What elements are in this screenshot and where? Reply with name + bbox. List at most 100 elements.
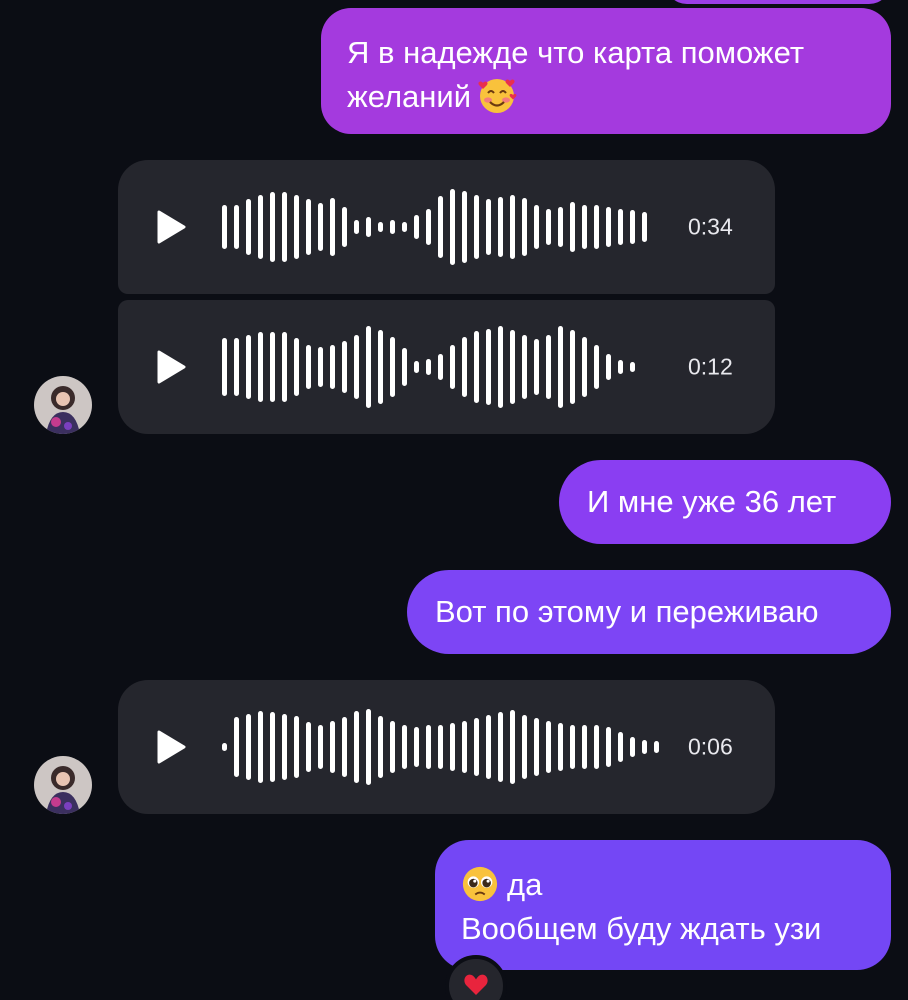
- voice-message[interactable]: 0:34: [118, 160, 775, 294]
- chat-thread: Я в надежде что карта поможет желаний 0:…: [0, 0, 908, 1000]
- waveform-bar: [390, 337, 395, 397]
- waveform-bar: [522, 198, 527, 256]
- waveform-bar: [342, 717, 347, 777]
- waveform-bar: [306, 345, 311, 389]
- waveform-bar: [618, 209, 623, 245]
- waveform-bar: [426, 359, 431, 375]
- waveform-bar: [486, 329, 491, 405]
- message-bubble-outgoing[interactable]: Я в надежде что карта поможет желаний: [321, 8, 891, 134]
- waveform-bar: [246, 335, 251, 399]
- waveform-bar: [402, 348, 407, 386]
- waveform-bar: [306, 199, 311, 255]
- waveform-bar: [330, 721, 335, 773]
- message-text: желаний: [347, 79, 472, 114]
- waveform-bar: [642, 740, 647, 754]
- waveform-bar: [546, 721, 551, 773]
- waveform-bar: [582, 205, 587, 249]
- waveform-bar: [294, 716, 299, 778]
- waveform-bar: [450, 345, 455, 389]
- message-text: Вообщем буду ждать узи: [461, 911, 822, 946]
- waveform-bar: [282, 332, 287, 402]
- waveform-bar: [234, 717, 239, 777]
- waveform-bar: [318, 347, 323, 387]
- message-text: Вот по этому и переживаю: [435, 594, 819, 629]
- waveform-bar: [498, 197, 503, 257]
- waveform-bar: [222, 743, 227, 751]
- waveform-bar: [534, 339, 539, 395]
- play-icon[interactable]: [156, 210, 186, 244]
- waveform-bar: [522, 335, 527, 399]
- avatar[interactable]: [34, 756, 92, 814]
- voice-message[interactable]: 0:06: [118, 680, 775, 814]
- waveform-bar: [582, 337, 587, 397]
- message-text: И мне уже 36 лет: [587, 484, 837, 519]
- waveform-bar: [510, 330, 515, 404]
- waveform-bar: [354, 220, 359, 234]
- waveform-bar: [258, 711, 263, 783]
- waveform-bar: [426, 209, 431, 245]
- waveform-bar: [354, 711, 359, 783]
- waveform-bar: [462, 337, 467, 397]
- waveform-bar: [438, 354, 443, 380]
- voice-message[interactable]: 0:12: [118, 300, 775, 434]
- waveform-bar: [234, 205, 239, 249]
- waveform-bar: [282, 714, 287, 780]
- waveform[interactable]: [218, 680, 668, 814]
- waveform-bar: [498, 326, 503, 408]
- message-text: да: [507, 867, 543, 902]
- waveform-bar: [438, 725, 443, 769]
- waveform-bar: [306, 722, 311, 772]
- waveform-bar: [654, 741, 659, 753]
- waveform-bar: [558, 326, 563, 408]
- avatar-image: [34, 756, 92, 814]
- waveform-bar: [426, 725, 431, 769]
- waveform[interactable]: [218, 300, 668, 434]
- avatar-image: [34, 376, 92, 434]
- waveform-bar: [222, 338, 227, 396]
- message-bubble-outgoing[interactable]: да Вообщем буду ждать узи: [435, 840, 891, 970]
- waveform-bar: [342, 341, 347, 393]
- waveform-bar: [546, 335, 551, 399]
- waveform-bar: [282, 192, 287, 262]
- avatar[interactable]: [34, 376, 92, 434]
- waveform-bar: [474, 195, 479, 259]
- waveform-bar: [294, 338, 299, 396]
- waveform-bar: [618, 732, 623, 762]
- waveform[interactable]: [218, 160, 668, 294]
- waveform-bar: [246, 199, 251, 255]
- waveform-bar: [354, 335, 359, 399]
- message-bubble-outgoing[interactable]: И мне уже 36 лет: [559, 460, 891, 544]
- waveform-bar: [546, 209, 551, 245]
- waveform-bar: [378, 716, 383, 778]
- waveform-bar: [342, 207, 347, 247]
- waveform-bar: [606, 207, 611, 247]
- waveform-bar: [594, 205, 599, 249]
- message-text: Я в надежде что карта поможет: [347, 35, 805, 70]
- waveform-bar: [318, 725, 323, 769]
- waveform-bar: [294, 195, 299, 259]
- waveform-bar: [438, 196, 443, 258]
- waveform-bar: [630, 737, 635, 757]
- waveform-bar: [318, 203, 323, 251]
- waveform-bar: [630, 210, 635, 244]
- play-icon[interactable]: [156, 730, 186, 764]
- waveform-bar: [330, 345, 335, 389]
- waveform-bar: [510, 710, 515, 784]
- waveform-bar: [594, 345, 599, 389]
- pleading-face-icon: [462, 866, 498, 902]
- play-icon[interactable]: [156, 350, 186, 384]
- waveform-bar: [450, 723, 455, 771]
- waveform-bar: [534, 205, 539, 249]
- message-bubble-partial[interactable]: [665, 0, 891, 4]
- waveform-bar: [570, 202, 575, 252]
- waveform-bar: [270, 332, 275, 402]
- waveform-bar: [414, 727, 419, 767]
- waveform-bar: [558, 207, 563, 247]
- waveform-bar: [642, 212, 647, 242]
- waveform-bar: [462, 721, 467, 773]
- message-bubble-outgoing[interactable]: Вот по этому и переживаю: [407, 570, 891, 654]
- waveform-bar: [390, 220, 395, 234]
- waveform-bar: [486, 715, 491, 779]
- waveform-bar: [558, 723, 563, 771]
- waveform-bar: [462, 191, 467, 263]
